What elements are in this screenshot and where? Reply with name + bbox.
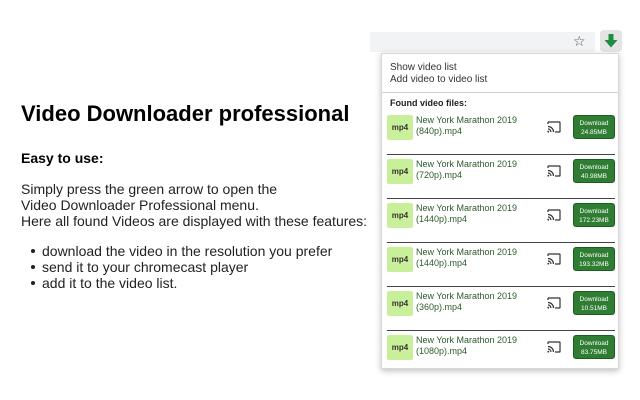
video-title-resolution: (720p).mp4 [416, 170, 463, 180]
mp4-thumbnail: mp4 [387, 203, 413, 228]
download-button[interactable]: Download 40.98MB [573, 159, 615, 183]
cast-icon[interactable] [547, 252, 561, 270]
video-title: New York Marathon 2019 (720p).mp4 [416, 159, 551, 181]
file-size: 24.85MB [580, 129, 608, 136]
video-title-resolution: (360p).mp4 [416, 302, 463, 312]
found-heading: Found video files: [390, 98, 468, 108]
cast-icon[interactable] [547, 164, 561, 182]
feature-item: send it to your chromecast player [21, 259, 332, 275]
video-title-line: New York Marathon 2019 [416, 203, 518, 213]
extension-button[interactable] [600, 30, 622, 52]
video-title-resolution: (1440p).mp4 [416, 258, 468, 268]
description-line: Simply press the green arrow to open the [21, 181, 278, 197]
mp4-thumbnail: mp4 [387, 335, 413, 360]
video-title-resolution: (840p).mp4 [416, 126, 463, 136]
mp4-thumbnail: mp4 [387, 115, 413, 140]
video-item: mp4 New York Marathon 2019 (1080p).mp4 Down… [387, 331, 615, 375]
add-to-video-list-link[interactable]: Add video to video list [390, 74, 487, 85]
video-item: mp4 New York Marathon 2019 (1440p).mp4 Down… [387, 243, 615, 287]
download-label: Download [579, 120, 609, 127]
cast-icon[interactable] [547, 296, 561, 314]
description: Simply press the green arrow to open the… [21, 181, 381, 229]
video-item: mp4 New York Marathon 2019 (1440p).mp4 Down… [387, 199, 615, 243]
cast-icon[interactable] [547, 208, 561, 226]
video-item: mp4 New York Marathon 2019 (840p).mp4 Downl… [387, 111, 615, 155]
divider [382, 92, 618, 93]
video-title: New York Marathon 2019 (360p).mp4 [416, 291, 551, 313]
file-size: 10.51MB [580, 305, 608, 312]
video-title-resolution: (1440p).mp4 [416, 214, 468, 224]
video-title-resolution: (1080p).mp4 [416, 346, 468, 356]
video-title: New York Marathon 2019 (840p).mp4 [416, 115, 551, 137]
feature-list: download the video in the resolution you… [21, 243, 332, 291]
file-size: 193.32MB [579, 261, 609, 268]
feature-item: download the video in the resolution you… [21, 243, 332, 259]
show-video-list-link[interactable]: Show video list [390, 62, 457, 73]
video-title-line: New York Marathon 2019 [416, 159, 518, 169]
download-button[interactable]: Download 10.51MB [573, 291, 615, 315]
video-title: New York Marathon 2019 (1440p).mp4 [416, 203, 551, 225]
download-button[interactable]: Download 24.85MB [573, 115, 615, 139]
video-title: New York Marathon 2019 (1080p).mp4 [416, 335, 551, 357]
download-button[interactable]: Download 172.23MB [573, 203, 615, 227]
file-size: 83.75MB [580, 349, 608, 356]
download-label: Download [579, 340, 609, 347]
video-item: mp4 New York Marathon 2019 (360p).mp4 Downl… [387, 287, 615, 331]
star-icon[interactable]: ☆ [573, 34, 586, 50]
feature-item: add it to the video list. [21, 275, 332, 291]
video-title-line: New York Marathon 2019 [416, 115, 518, 125]
download-label: Download [579, 296, 609, 303]
extension-popup: Show video list Add video to video list … [381, 53, 619, 369]
file-size: 40.98MB [580, 173, 608, 180]
easy-heading: Easy to use: [21, 150, 104, 166]
mp4-thumbnail: mp4 [387, 159, 413, 184]
download-label: Download [579, 164, 609, 171]
download-button[interactable]: Download 193.32MB [573, 247, 615, 271]
cast-icon[interactable] [547, 340, 561, 358]
video-title-line: New York Marathon 2019 [416, 335, 518, 345]
mp4-thumbnail: mp4 [387, 291, 413, 316]
description-line: Video Downloader Professional menu. [21, 197, 259, 213]
video-title: New York Marathon 2019 (1440p).mp4 [416, 247, 551, 269]
video-title-line: New York Marathon 2019 [416, 291, 518, 301]
download-button[interactable]: Download 83.75MB [573, 335, 615, 359]
description-line: Here all found Videos are displayed with… [21, 213, 368, 229]
mp4-thumbnail: mp4 [387, 247, 413, 272]
cast-icon[interactable] [547, 120, 561, 138]
promo-title: Video Downloader professional [21, 101, 350, 126]
file-size: 172.23MB [579, 217, 609, 224]
address-bar[interactable] [370, 32, 595, 52]
download-label: Download [579, 208, 609, 215]
video-item: mp4 New York Marathon 2019 (720p).mp4 Downl… [387, 155, 615, 199]
download-arrow-icon [604, 34, 618, 48]
download-label: Download [579, 252, 609, 259]
video-title-line: New York Marathon 2019 [416, 247, 518, 257]
